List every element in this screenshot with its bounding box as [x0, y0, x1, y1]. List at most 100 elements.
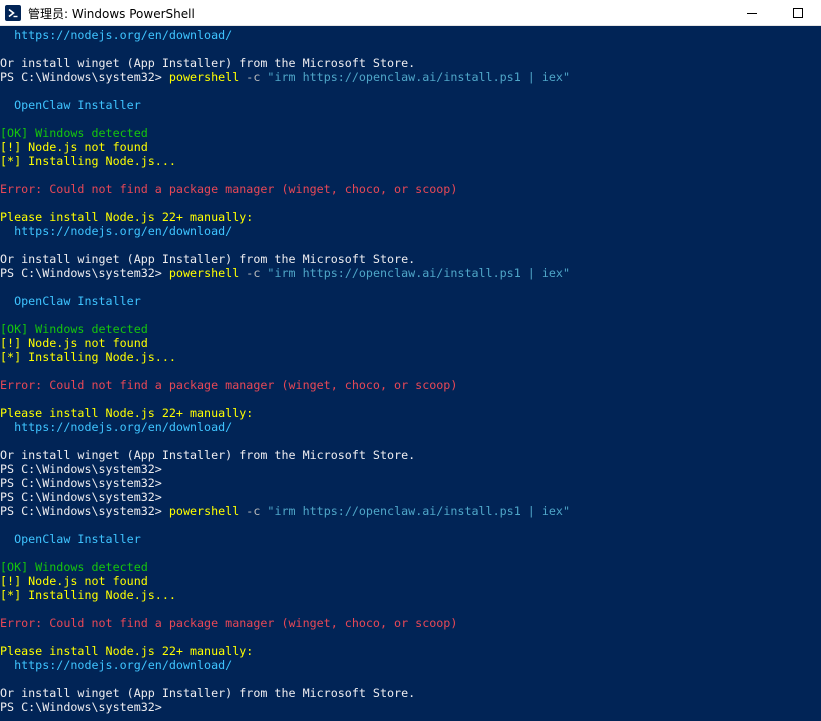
console-text: Or install winget (App Installer) from t…	[0, 686, 416, 700]
console-line: Error: Could not find a package manager …	[0, 616, 821, 630]
console-text: OpenClaw Installer	[0, 532, 141, 546]
console-text: Error: Could not find a package manager …	[0, 616, 458, 630]
console-line: OpenClaw Installer	[0, 294, 821, 308]
console-line: Or install winget (App Installer) from t…	[0, 56, 821, 70]
title-bar[interactable]: 管理员: Windows PowerShell	[0, 0, 821, 26]
console-text: https://nodejs.org/en/download/	[0, 420, 233, 434]
console-text: PS C:\Windows\system32>	[0, 700, 162, 714]
console-text: Please install Node.js 22+ manually:	[0, 644, 254, 658]
console-text: Please install Node.js 22+ manually:	[0, 406, 254, 420]
console-line: Please install Node.js 22+ manually:	[0, 210, 821, 224]
console-line: Please install Node.js 22+ manually:	[0, 406, 821, 420]
console-line: https://nodejs.org/en/download/	[0, 224, 821, 238]
console-line: https://nodejs.org/en/download/	[0, 420, 821, 434]
console-text: PS C:\Windows\system32>	[0, 266, 169, 280]
console-line: Or install winget (App Installer) from t…	[0, 448, 821, 462]
console-line: PS C:\Windows\system32>	[0, 700, 821, 714]
console-text: [OK] Windows detected	[0, 322, 148, 336]
console-line: [OK] Windows detected	[0, 322, 821, 336]
console-line: OpenClaw Installer	[0, 532, 821, 546]
console-text: [*] Installing Node.js...	[0, 154, 176, 168]
console-line: Please install Node.js 22+ manually:	[0, 644, 821, 658]
console-text: [OK] Windows detected	[0, 560, 148, 574]
console-text: powershell	[168, 70, 240, 84]
console-line: [OK] Windows detected	[0, 126, 821, 140]
console-text: Error: Could not find a package manager …	[0, 378, 458, 392]
console-line: PS C:\Windows\system32> powershell -c "i…	[0, 266, 821, 280]
window-title: 管理员: Windows PowerShell	[28, 6, 195, 21]
console-text: -c	[239, 504, 268, 518]
console-text: Or install winget (App Installer) from t…	[0, 448, 416, 462]
console-text: Please install Node.js 22+ manually:	[0, 210, 254, 224]
console-text: "irm https://openclaw.ai/install.ps1 | i…	[267, 266, 570, 280]
minimize-button[interactable]	[729, 0, 775, 26]
console-text: -c	[239, 70, 268, 84]
console-text: [OK] Windows detected	[0, 126, 148, 140]
console-line: [!] Node.js not found	[0, 574, 821, 588]
console-text: [*] Installing Node.js...	[0, 350, 176, 364]
minimize-icon	[747, 8, 757, 18]
console-text: PS C:\Windows\system32>	[0, 490, 162, 504]
console-line: [!] Node.js not found	[0, 336, 821, 350]
console-text: [*] Installing Node.js...	[0, 588, 176, 602]
console-text: [!] Node.js not found	[0, 140, 148, 154]
console-line: Or install winget (App Installer) from t…	[0, 252, 821, 266]
console-line: PS C:\Windows\system32>	[0, 490, 821, 504]
console-text: -c	[239, 266, 268, 280]
console-line: Or install winget (App Installer) from t…	[0, 686, 821, 700]
console-text: Or install winget (App Installer) from t…	[0, 252, 416, 266]
console-line: https://nodejs.org/en/download/	[0, 28, 821, 42]
console-line: PS C:\Windows\system32>	[0, 462, 821, 476]
console-text: [!] Node.js not found	[0, 574, 148, 588]
console-line: [*] Installing Node.js...	[0, 154, 821, 168]
console-text: PS C:\Windows\system32>	[0, 476, 162, 490]
console-text: https://nodejs.org/en/download/	[0, 224, 233, 238]
console-output[interactable]: https://nodejs.org/en/download/Or instal…	[0, 28, 821, 721]
console-line: OpenClaw Installer	[0, 98, 821, 112]
console-line: Error: Could not find a package manager …	[0, 182, 821, 196]
console-text: PS C:\Windows\system32>	[0, 462, 162, 476]
console-line: PS C:\Windows\system32> powershell -c "i…	[0, 70, 821, 84]
console-line: [!] Node.js not found	[0, 140, 821, 154]
console-text: Or install winget (App Installer) from t…	[0, 56, 416, 70]
maximize-button[interactable]	[775, 0, 821, 26]
powershell-window: 管理员: Windows PowerShell https://nodejs.o…	[0, 0, 821, 721]
console-line: https://nodejs.org/en/download/	[0, 658, 821, 672]
console-text: https://nodejs.org/en/download/	[0, 658, 233, 672]
console-line: [*] Installing Node.js...	[0, 588, 821, 602]
console-text: [!] Node.js not found	[0, 336, 148, 350]
console-text: powershell	[168, 504, 240, 518]
window-controls	[729, 0, 821, 26]
console-line: PS C:\Windows\system32> powershell -c "i…	[0, 504, 821, 518]
console-text: "irm https://openclaw.ai/install.ps1 | i…	[267, 504, 570, 518]
console-text: PS C:\Windows\system32>	[0, 504, 169, 518]
console-text: OpenClaw Installer	[0, 294, 141, 308]
console-text: https://nodejs.org/en/download/	[0, 28, 233, 42]
powershell-icon	[5, 4, 21, 21]
console-line: [OK] Windows detected	[0, 560, 821, 574]
console-line: Error: Could not find a package manager …	[0, 378, 821, 392]
console-text: OpenClaw Installer	[0, 98, 141, 112]
console-text: "irm https://openclaw.ai/install.ps1 | i…	[267, 70, 570, 84]
console-line: [*] Installing Node.js...	[0, 350, 821, 364]
console-line: PS C:\Windows\system32>	[0, 476, 821, 490]
console-text: Error: Could not find a package manager …	[0, 182, 458, 196]
console-text: powershell	[168, 266, 240, 280]
console-text: PS C:\Windows\system32>	[0, 70, 169, 84]
